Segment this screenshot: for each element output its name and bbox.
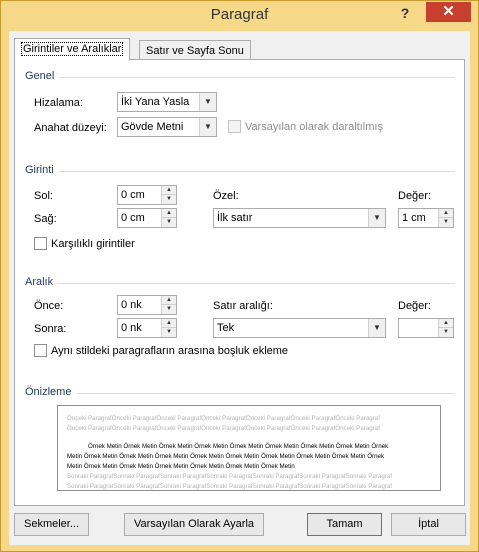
special-select[interactable]: İlk satır ▼ xyxy=(213,208,386,228)
at-spinner[interactable]: ▲ ▼ xyxy=(398,318,454,338)
spin-down-icon[interactable]: ▼ xyxy=(162,305,176,314)
tabs-button[interactable]: Sekmeler... xyxy=(14,513,89,536)
outline-level-value: Gövde Metni xyxy=(121,121,184,133)
preview-sample-line: Metin Örnek Metin Örnek Metin Örnek Meti… xyxy=(67,453,385,460)
alignment-label: Hizalama: xyxy=(34,97,83,109)
preview-sample-line: Örnek Metin Örnek Metin Örnek Metin Örne… xyxy=(88,443,389,450)
chevron-down-icon: ▼ xyxy=(199,93,216,111)
no-space-label: Aynı stildeki paragrafların arasına boşl… xyxy=(51,345,289,357)
right-indent-label: Sağ: xyxy=(34,213,57,225)
outline-level-select[interactable]: Gövde Metni ▼ xyxy=(117,117,217,137)
right-indent-spinner[interactable]: 0 cm ▲ ▼ xyxy=(117,208,177,228)
special-value: İlk satır xyxy=(217,212,253,224)
at-label: Değer: xyxy=(398,300,432,312)
mirror-indents-checkbox[interactable] xyxy=(34,237,47,250)
collapsed-checkbox[interactable] xyxy=(228,120,241,133)
mirror-indents-label: Karşılıklı girintiler xyxy=(51,238,135,250)
help-button[interactable]: ? xyxy=(395,5,415,23)
chevron-down-icon: ▼ xyxy=(368,209,385,227)
ok-button[interactable]: Tamam xyxy=(307,513,382,536)
title-bar[interactable]: Paragraf ? ✕ xyxy=(1,1,478,31)
tab-label: Girintiler ve Aralıklar xyxy=(21,42,124,56)
preview-box: Önceki ParagrafÖnceki ParagrafÖnceki Par… xyxy=(57,405,441,491)
spin-up-icon[interactable]: ▲ xyxy=(439,319,453,328)
spin-up-icon[interactable]: ▲ xyxy=(162,186,176,195)
before-value: 0 nk xyxy=(121,299,142,311)
outline-level-label: Anahat düzeyi: xyxy=(34,122,107,134)
close-button[interactable]: ✕ xyxy=(426,2,471,22)
spin-down-icon[interactable]: ▼ xyxy=(439,328,453,337)
line-spacing-value: Tek xyxy=(217,322,235,334)
paragraph-dialog: Paragraf ? ✕ Girintiler ve Aralıklar Sat… xyxy=(0,0,479,552)
spin-up-icon[interactable]: ▲ xyxy=(439,209,453,218)
group-preview-header: Önizleme xyxy=(25,386,72,398)
preview-sample-line: Metin Örnek Metin Örnek Metin Örnek Meti… xyxy=(67,463,295,470)
tab-label: Satır ve Sayfa Sonu xyxy=(146,45,244,57)
before-spinner[interactable]: 0 nk ▲ ▼ xyxy=(117,295,177,315)
by-label: Değer: xyxy=(398,190,432,202)
line-spacing-select[interactable]: Tek ▼ xyxy=(213,318,386,338)
tab-indents-spacing[interactable]: Girintiler ve Aralıklar xyxy=(14,38,131,60)
group-general-header: Genel xyxy=(25,70,55,82)
preview-next-line: Sonraki ParagrafSonraki ParagrafSonraki … xyxy=(67,483,393,490)
after-label: Sonra: xyxy=(34,323,67,335)
by-value: 1 cm xyxy=(402,212,426,224)
spin-down-icon[interactable]: ▼ xyxy=(162,328,176,337)
spin-up-icon[interactable]: ▲ xyxy=(162,319,176,328)
divider xyxy=(77,393,455,394)
line-spacing-label: Satır aralığı: xyxy=(213,300,273,312)
set-as-default-button[interactable]: Varsayılan Olarak Ayarla xyxy=(124,513,264,536)
spin-up-icon[interactable]: ▲ xyxy=(162,209,176,218)
tab-line-page-breaks[interactable]: Satır ve Sayfa Sonu xyxy=(139,40,251,60)
divider xyxy=(59,171,455,172)
alignment-select[interactable]: İki Yana Yasla ▼ xyxy=(117,92,217,112)
before-label: Önce: xyxy=(34,300,64,312)
cancel-button[interactable]: İptal xyxy=(391,513,466,536)
left-indent-value: 0 cm xyxy=(121,189,145,201)
spin-up-icon[interactable]: ▲ xyxy=(162,296,176,305)
spin-down-icon[interactable]: ▼ xyxy=(162,218,176,227)
preview-next-line: Sonraki ParagrafSonraki ParagrafSonraki … xyxy=(67,473,393,480)
no-space-checkbox[interactable] xyxy=(34,344,47,357)
spin-down-icon[interactable]: ▼ xyxy=(439,218,453,227)
divider xyxy=(57,283,455,284)
chevron-down-icon: ▼ xyxy=(368,319,385,337)
collapsed-label: Varsayılan olarak daraltılmış xyxy=(245,121,383,133)
left-indent-spinner[interactable]: 0 cm ▲ ▼ xyxy=(117,185,177,205)
left-indent-label: Sol: xyxy=(34,190,53,202)
close-icon: ✕ xyxy=(442,3,455,20)
preview-previous-line: Önceki ParagrafÖnceki ParagrafÖnceki Par… xyxy=(67,415,380,422)
by-spinner[interactable]: 1 cm ▲ ▼ xyxy=(398,208,454,228)
alignment-value: İki Yana Yasla xyxy=(121,96,190,108)
group-spacing-header: Aralık xyxy=(25,276,54,288)
right-indent-value: 0 cm xyxy=(121,212,145,224)
group-indentation-header: Girinti xyxy=(25,164,54,176)
dialog-client: Girintiler ve Aralıklar Satır ve Sayfa S… xyxy=(9,31,470,545)
preview-previous-line: Önceki ParagrafÖnceki ParagrafÖnceki Par… xyxy=(67,425,380,432)
chevron-down-icon: ▼ xyxy=(199,118,216,136)
special-label: Özel: xyxy=(213,190,239,202)
spin-down-icon[interactable]: ▼ xyxy=(162,195,176,204)
after-value: 0 nk xyxy=(121,322,142,334)
after-spinner[interactable]: 0 nk ▲ ▼ xyxy=(117,318,177,338)
divider xyxy=(59,77,455,78)
